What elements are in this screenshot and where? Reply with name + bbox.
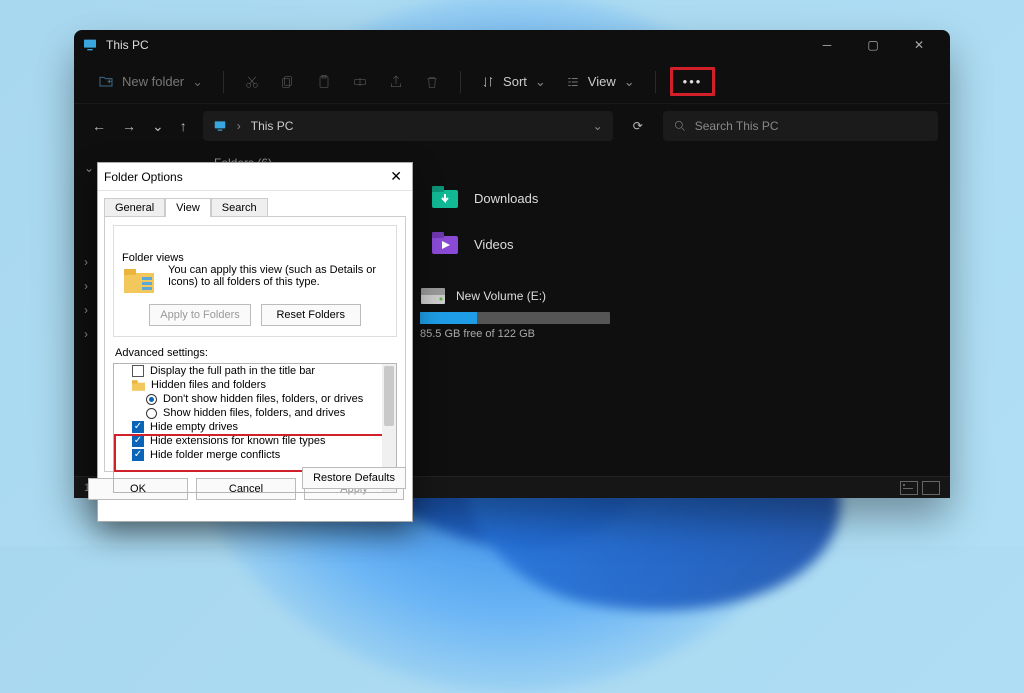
dialog-title: Folder Options (104, 170, 183, 184)
advanced-item[interactable]: ✓ Hide extensions for known file types (118, 434, 392, 448)
advanced-item[interactable]: Display the full path in the title bar (118, 364, 392, 378)
search-icon (673, 119, 687, 133)
folder-icon (428, 230, 462, 258)
radio[interactable] (146, 394, 157, 405)
advanced-item-label: Display the full path in the title bar (150, 365, 315, 377)
advanced-item-label: Show hidden files, folders, and drives (163, 407, 345, 419)
paste-icon[interactable] (310, 70, 338, 94)
share-icon[interactable] (382, 70, 410, 94)
reset-folders-button[interactable]: Reset Folders (261, 304, 361, 326)
drive-icon (420, 286, 446, 306)
advanced-item-label: Hide empty drives (150, 421, 238, 433)
minimize-button[interactable]: ─ (804, 30, 850, 60)
more-options-button[interactable]: ••• (670, 67, 716, 96)
advanced-item-label: Hide extensions for known file types (150, 435, 325, 447)
folder-options-dialog: Folder Options ✕ GeneralViewSearch Folde… (97, 162, 413, 522)
dialog-close-button[interactable]: ✕ (386, 168, 406, 185)
folder-icon (428, 184, 462, 212)
details-view-button[interactable] (900, 481, 918, 495)
titlebar: This PC ─ ▢ ✕ (74, 30, 950, 60)
advanced-item[interactable]: Don't show hidden files, folders, or dri… (118, 392, 392, 406)
refresh-button[interactable]: ⟳ (623, 119, 653, 133)
folder-views-group: Folder views You can apply this view (su… (113, 225, 397, 337)
folder-views-icon (122, 264, 158, 296)
navbar: ← → ⌄ ↑ › This PC ⌄ ⟳ Search This PC (74, 104, 950, 148)
advanced-label: Advanced settings: (115, 347, 397, 359)
advanced-item[interactable]: ✓ Hide empty drives (118, 420, 392, 434)
apply-to-folders-button[interactable]: Apply to Folders (149, 304, 250, 326)
dialog-tab[interactable]: General (104, 198, 165, 217)
dialog-tab[interactable]: Search (211, 198, 268, 217)
up-button[interactable]: ↑ (180, 118, 187, 135)
dialog-body: Folder views You can apply this view (su… (104, 216, 406, 472)
pc-icon (213, 119, 227, 133)
dialog-tab[interactable]: View (165, 198, 211, 217)
folder-item[interactable]: Downloads (420, 178, 610, 218)
advanced-item-label: Don't show hidden files, folders, or dri… (163, 393, 363, 405)
chevron-down-icon[interactable]: ⌄ (593, 119, 603, 133)
forward-button[interactable]: → (122, 118, 136, 135)
radio[interactable] (146, 408, 157, 419)
recent-button[interactable]: ⌄ (152, 118, 164, 135)
checkbox[interactable]: ✓ (132, 421, 144, 433)
maximize-button[interactable]: ▢ (850, 30, 896, 60)
cut-icon[interactable] (238, 70, 266, 94)
folder-label: Videos (474, 237, 514, 252)
advanced-item-label: Hidden files and folders (151, 379, 266, 391)
checkbox[interactable] (132, 365, 144, 377)
advanced-item[interactable]: Show hidden files, folders, and drives (118, 406, 392, 420)
dialog-tabs: GeneralViewSearch (98, 191, 412, 216)
advanced-item: Hidden files and folders (118, 378, 392, 392)
rename-icon[interactable] (346, 70, 374, 94)
back-button[interactable]: ← (92, 118, 106, 135)
toolbar: New folder ⌄ Sort⌄ View⌄ ••• (74, 60, 950, 104)
checkbox[interactable]: ✓ (132, 435, 144, 447)
checkbox[interactable]: ✓ (132, 449, 144, 461)
advanced-item[interactable]: ✓ Hide folder merge conflicts (118, 448, 392, 462)
sort-button[interactable]: Sort⌄ (475, 70, 552, 94)
tiles-view-button[interactable] (922, 481, 940, 495)
ellipsis-icon: ••• (683, 74, 703, 89)
close-button[interactable]: ✕ (896, 30, 942, 60)
drive-item[interactable]: New Volume (E:) 85.5 GB free of 122 GB (420, 286, 610, 340)
folder-views-desc: You can apply this view (such as Details… (168, 264, 388, 296)
copy-icon[interactable] (274, 70, 302, 94)
window-title: This PC (106, 38, 149, 52)
dialog-titlebar: Folder Options ✕ (98, 163, 412, 191)
folder-item[interactable]: Videos (420, 224, 610, 264)
restore-defaults-button[interactable]: Restore Defaults (302, 467, 406, 489)
view-button[interactable]: View⌄ (560, 70, 641, 94)
advanced-item-label: Hide folder merge conflicts (150, 449, 280, 461)
drive-free: 85.5 GB free of 122 GB (420, 328, 610, 340)
delete-icon[interactable] (418, 70, 446, 94)
pc-icon (82, 37, 98, 53)
folder-icon (132, 380, 145, 391)
drive-label: New Volume (E:) (456, 289, 546, 303)
folder-label: Downloads (474, 191, 538, 206)
new-folder-button[interactable]: New folder ⌄ (92, 70, 209, 94)
search-box[interactable]: Search This PC (663, 111, 938, 141)
address-bar[interactable]: › This PC ⌄ (203, 111, 613, 141)
